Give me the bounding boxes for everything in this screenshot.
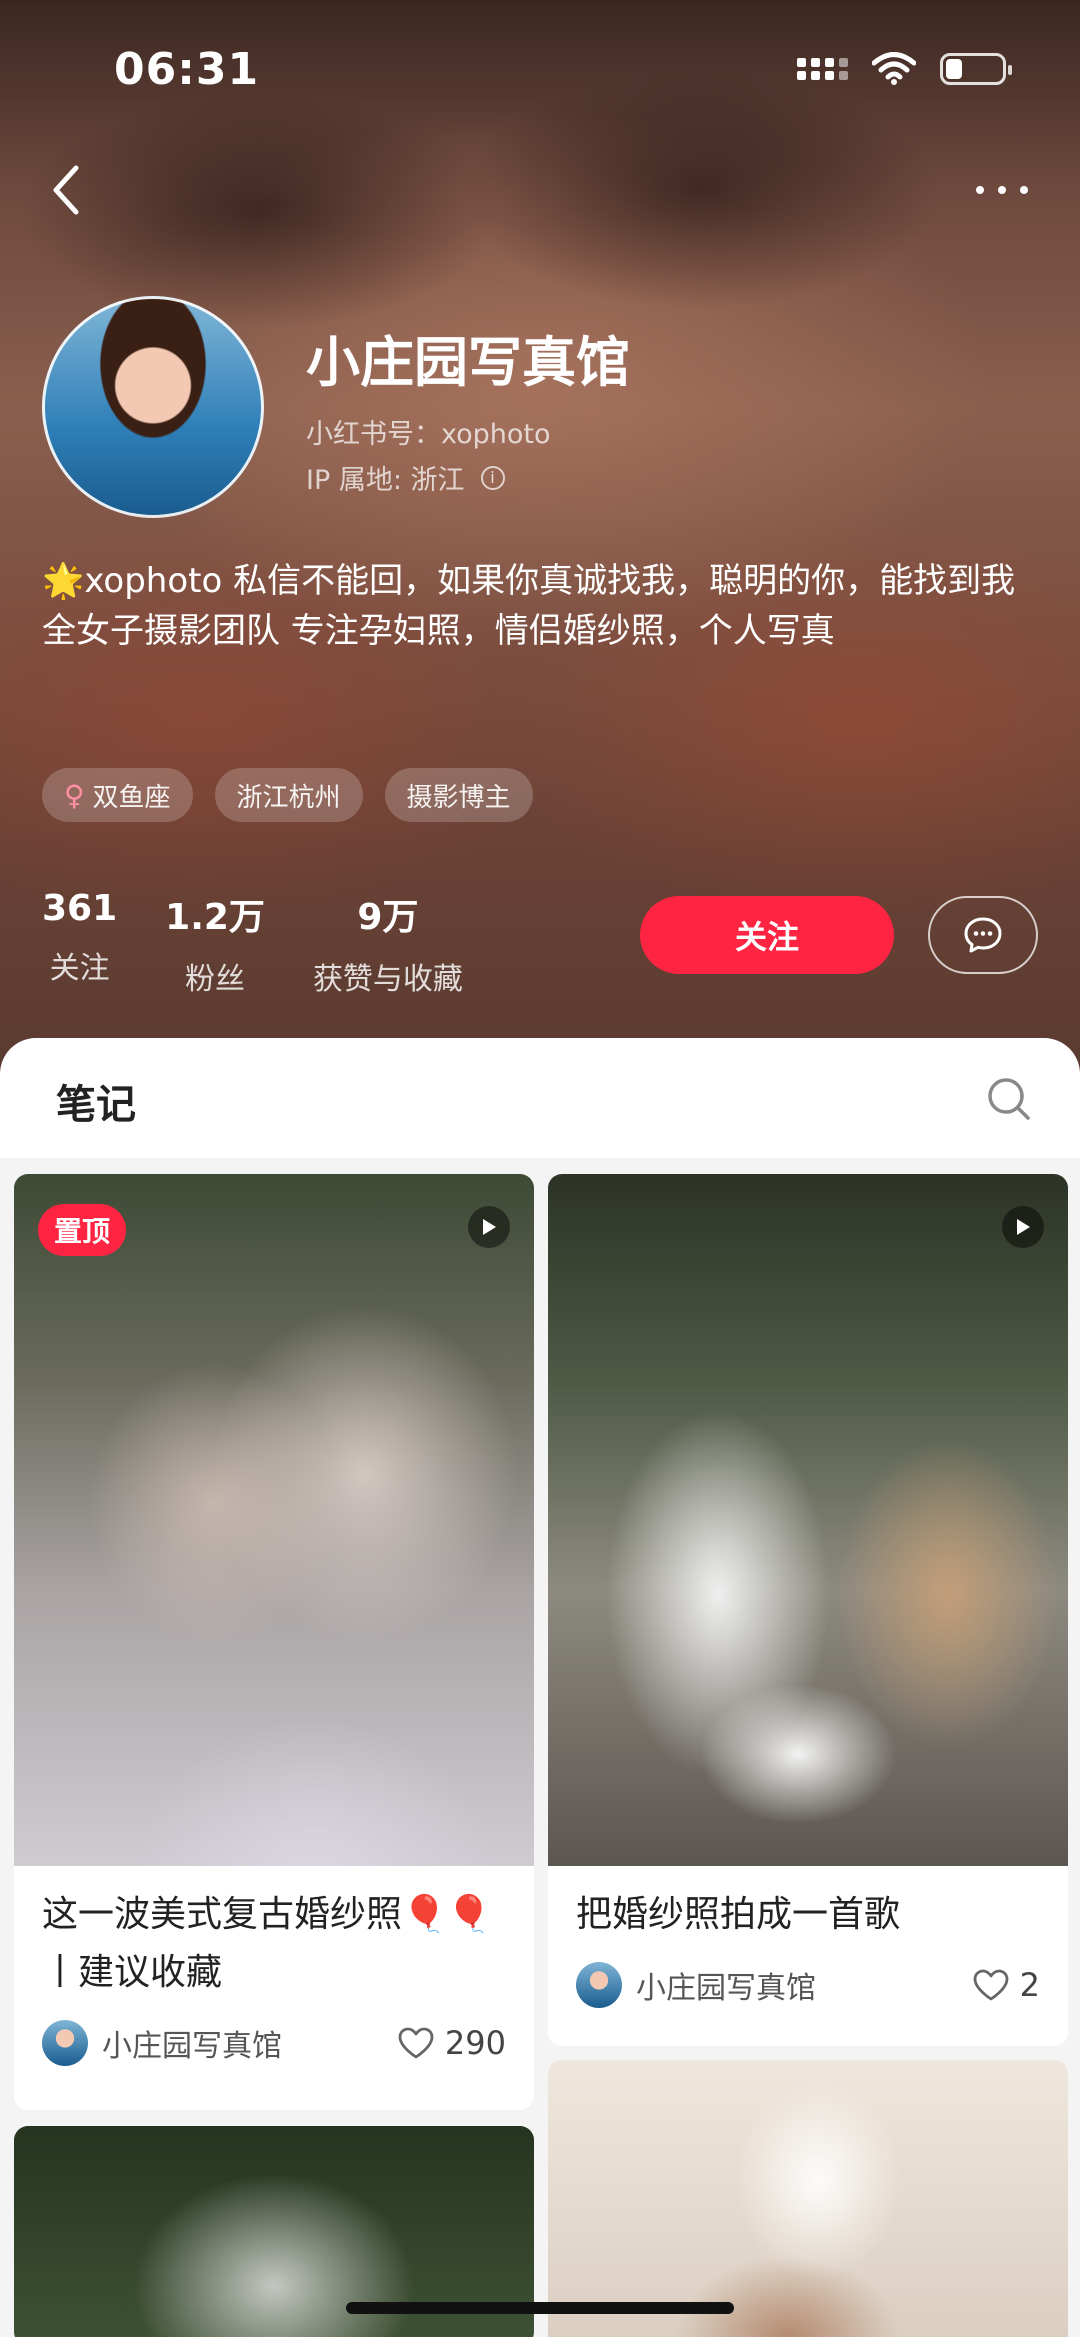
stat-label: 粉丝: [185, 962, 246, 997]
tag-category[interactable]: 摄影博主: [384, 768, 533, 822]
author-avatar: [576, 1962, 622, 2008]
play-icon: [468, 1206, 510, 1248]
note-title: 这一波美式复古婚纱照🎈🎈 丨建议收藏: [42, 1894, 492, 1993]
stat-likes-collections[interactable]: 9万 获赞与收藏: [313, 888, 463, 998]
tab-notes[interactable]: 笔记: [56, 1072, 136, 1130]
stat-following[interactable]: 361 关注: [42, 888, 117, 998]
search-icon[interactable]: [986, 1076, 1032, 1122]
wifi-icon: [872, 52, 916, 85]
like-count: 2: [1019, 1966, 1040, 2004]
stats: 361 关注 1.2万 粉丝 9万 获赞与收藏: [42, 888, 463, 998]
stat-value: 9万: [357, 897, 419, 938]
bio: 🌟xophoto 私信不能回，如果你真诚找我，聪明的你，能找到我 全女子摄影团队…: [42, 556, 1032, 656]
bio-line-1: xophoto 私信不能回，如果你真诚找我，聪明的你，能找到我: [84, 561, 1016, 601]
tag-zodiac[interactable]: ♀ 双鱼座: [42, 768, 193, 822]
stat-value: 361: [42, 888, 118, 929]
stat-followers[interactable]: 1.2万 粉丝: [165, 888, 265, 998]
ip-location-text: IP 属地: 浙江: [306, 465, 465, 496]
like-button[interactable]: 290: [397, 2024, 506, 2062]
note-cover-image[interactable]: [548, 1174, 1068, 1866]
message-button[interactable]: [928, 896, 1038, 974]
ip-location: IP 属地: 浙江 i: [306, 458, 505, 497]
stat-label: 获赞与收藏: [312, 962, 463, 997]
note-card[interactable]: 把婚纱照拍成一首歌 小庄园写真馆 2: [548, 1174, 1068, 2046]
account-id[interactable]: 小红书号：xophoto: [306, 412, 551, 451]
author-avatar: [42, 2020, 88, 2066]
note-card[interactable]: [548, 2060, 1068, 2337]
note-cover-image[interactable]: 置顶: [14, 1174, 534, 1866]
home-indicator[interactable]: [346, 2302, 734, 2314]
profile-name: 小庄园写真馆: [306, 331, 630, 394]
note-meta: 小庄园写真馆 2: [548, 1962, 1068, 2008]
note-author[interactable]: 小庄园写真馆: [576, 1962, 816, 2008]
female-icon: ♀: [64, 778, 85, 812]
battery-icon: [940, 53, 1012, 85]
bio-line-2: 全女子摄影团队 专注孕妇照，情侣婚纱照，个人写真: [42, 611, 835, 651]
follow-button[interactable]: 关注: [640, 896, 894, 974]
note-author[interactable]: 小庄园写真馆: [42, 2020, 282, 2066]
author-name: 小庄园写真馆: [636, 1971, 816, 2006]
tag-list: ♀ 双鱼座 浙江杭州 摄影博主: [42, 768, 533, 822]
author-name: 小庄园写真馆: [102, 2029, 282, 2064]
note-title: 把婚纱照拍成一首歌: [576, 1894, 901, 1935]
avatar[interactable]: [42, 296, 264, 518]
note-meta: 小庄园写真馆 290: [14, 2020, 534, 2066]
tag-location[interactable]: 浙江杭州: [214, 768, 363, 822]
note-cover-image[interactable]: [548, 2060, 1068, 2337]
signal-icon: [797, 58, 848, 80]
tag-label: 浙江杭州: [236, 782, 341, 813]
pinned-badge: 置顶: [38, 1204, 127, 1256]
like-count: 290: [444, 2024, 506, 2062]
heart-icon: [398, 2027, 434, 2059]
tab-bar: 笔记: [0, 1038, 1080, 1158]
more-icon[interactable]: [972, 180, 1032, 200]
chat-bubble-icon: [964, 917, 1002, 953]
note-card[interactable]: 置顶 这一波美式复古婚纱照🎈🎈 丨建议收藏 小庄园写真馆 290: [14, 1174, 534, 2110]
heart-icon: [973, 1969, 1009, 2001]
like-button[interactable]: 2: [972, 1966, 1040, 2004]
stat-value: 1.2万: [165, 897, 265, 938]
info-icon[interactable]: i: [480, 465, 505, 490]
play-icon: [1002, 1206, 1044, 1248]
tag-label: 摄影博主: [406, 782, 511, 813]
status-time: 06:31: [114, 44, 260, 95]
back-arrow-icon[interactable]: [46, 160, 86, 220]
stat-label: 关注: [49, 951, 110, 986]
profile-header: 06:31 小庄园写真馆 小红书号：xophoto IP 属地: 浙江 i 🌟x…: [0, 0, 1080, 1075]
tag-label: 双鱼座: [92, 782, 171, 813]
status-icons: [797, 52, 1012, 86]
star-emoji: 🌟: [42, 561, 85, 601]
